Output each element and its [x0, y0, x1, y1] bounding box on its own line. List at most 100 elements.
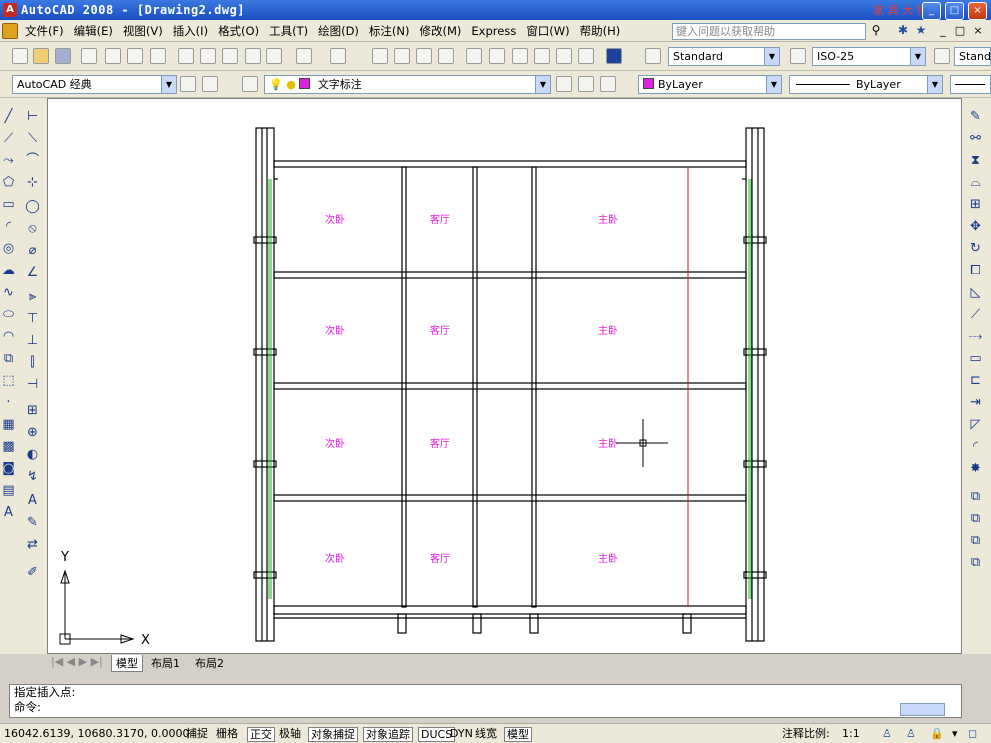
- tab-layout2[interactable]: 布局2: [195, 655, 224, 671]
- paste-icon[interactable]: [222, 48, 238, 64]
- menu-edit[interactable]: 编辑(E): [69, 23, 118, 39]
- ordinate-dimension-icon[interactable]: ⊹: [24, 174, 41, 191]
- text-style-select[interactable]: Standard ▼: [668, 47, 780, 66]
- rectangle-icon[interactable]: ▭: [0, 196, 17, 213]
- otrack-toggle[interactable]: 对象追踪: [363, 727, 413, 742]
- jogged-dimension-icon[interactable]: ⦸: [24, 220, 41, 237]
- menu-modify[interactable]: 修改(M): [415, 23, 467, 39]
- favorites-star-icon[interactable]: ★: [913, 23, 929, 40]
- save-workspace-icon[interactable]: [202, 76, 218, 92]
- menu-express[interactable]: Express: [466, 24, 521, 38]
- doc-minimize-button[interactable]: _: [936, 24, 950, 40]
- linear-dimension-icon[interactable]: ⊢: [24, 108, 41, 125]
- layer-select[interactable]: 💡 ● 文字标注 ▼: [264, 75, 551, 94]
- dimension-space-icon[interactable]: ⫿: [24, 354, 41, 371]
- command-prompt[interactable]: 命令:: [10, 700, 961, 715]
- design-center-icon[interactable]: [489, 48, 505, 64]
- coordinate-readout[interactable]: 16042.6139, 10680.3170, 0.0000: [2, 727, 191, 742]
- copy-icon[interactable]: [200, 48, 216, 64]
- redo-icon[interactable]: [330, 48, 346, 64]
- workspace-select[interactable]: AutoCAD 经典 ▼: [12, 75, 177, 94]
- polar-toggle[interactable]: 极轴: [277, 727, 303, 742]
- snap-toggle[interactable]: 捕捉: [184, 727, 210, 742]
- region-icon[interactable]: ◙: [0, 460, 17, 477]
- new-file-icon[interactable]: [12, 48, 28, 64]
- menu-dimension[interactable]: 标注(N): [364, 23, 415, 39]
- arc-icon[interactable]: ◜: [0, 218, 17, 235]
- linetype-select[interactable]: ByLayer ▼: [789, 75, 943, 94]
- dimension-style-edit-icon[interactable]: ✐: [24, 564, 41, 581]
- zoom-window-icon[interactable]: [416, 48, 432, 64]
- auto-scale-icon[interactable]: ♙: [904, 727, 918, 742]
- point-icon[interactable]: ·: [0, 394, 17, 411]
- osnap-toggle[interactable]: 对象捕捉: [308, 727, 358, 742]
- dimension-style-select[interactable]: ISO-25 ▼: [812, 47, 926, 66]
- join-icon[interactable]: ⇥: [967, 394, 984, 411]
- menu-view[interactable]: 视图(V): [118, 23, 168, 39]
- annotation-visibility-icon[interactable]: ♙: [880, 727, 894, 742]
- multiline-text-icon[interactable]: A: [0, 504, 17, 521]
- ortho-toggle[interactable]: 正交: [247, 727, 275, 742]
- help-search-input[interactable]: 键入问题以获取帮助: [672, 23, 866, 40]
- draworder-back-icon[interactable]: ⧉: [967, 510, 984, 527]
- line-icon[interactable]: ╱: [0, 108, 17, 125]
- aligned-dimension-icon[interactable]: ⟍: [24, 130, 41, 147]
- make-object-layer-current-icon[interactable]: [556, 76, 572, 92]
- insert-block-icon[interactable]: ⧉: [0, 350, 17, 367]
- layer-state-icon[interactable]: [600, 76, 616, 92]
- tab-nav-arrows[interactable]: |◀ ◀ ▶ ▶|: [51, 655, 103, 668]
- radius-dimension-icon[interactable]: ◯: [24, 198, 41, 215]
- jogged-linear-icon[interactable]: ↯: [24, 468, 41, 485]
- lineweight-toggle[interactable]: 线宽: [473, 727, 499, 742]
- draworder-front-icon[interactable]: ⧉: [967, 488, 984, 505]
- spline-icon[interactable]: ∿: [0, 284, 17, 301]
- status-menu-arrow-icon[interactable]: ▾: [950, 727, 960, 742]
- plot-preview-icon[interactable]: [105, 48, 121, 64]
- dimension-style-icon[interactable]: [790, 48, 806, 64]
- layer-previous-icon[interactable]: [578, 76, 594, 92]
- menu-file[interactable]: 文件(F): [20, 23, 69, 39]
- rotate-icon[interactable]: ↻: [967, 240, 984, 257]
- open-folder-icon[interactable]: [33, 48, 49, 64]
- close-button[interactable]: ×: [968, 2, 987, 20]
- annotation-scale-select[interactable]: 1:1: [840, 727, 862, 742]
- arc-length-icon[interactable]: ⌒: [24, 152, 41, 169]
- layer-properties-icon[interactable]: [242, 76, 258, 92]
- center-mark-icon[interactable]: ⊕: [24, 424, 41, 441]
- minimize-button[interactable]: _: [922, 2, 941, 20]
- explode-icon[interactable]: ✸: [967, 460, 984, 477]
- dimension-update-icon[interactable]: ⇄: [24, 536, 41, 553]
- table-icon[interactable]: ▤: [0, 482, 17, 499]
- tolerance-icon[interactable]: ⊞: [24, 402, 41, 419]
- doc-restore-button[interactable]: □: [953, 24, 967, 40]
- break-at-point-icon[interactable]: ▭: [967, 350, 984, 367]
- search-icon[interactable]: ⚲: [868, 23, 884, 40]
- extend-icon[interactable]: ⤏: [967, 328, 984, 345]
- revision-cloud-icon[interactable]: ☁: [0, 262, 17, 279]
- grid-toggle[interactable]: 栅格: [214, 727, 240, 742]
- quick-dimension-icon[interactable]: ⫸: [24, 288, 41, 305]
- color-select[interactable]: ByLayer ▼: [638, 75, 782, 94]
- command-line[interactable]: 指定插入点: 命令:: [9, 684, 962, 718]
- document-icon[interactable]: [2, 22, 18, 39]
- erase-icon[interactable]: ✎: [967, 108, 984, 125]
- menu-window[interactable]: 窗口(W): [521, 23, 574, 39]
- baseline-dimension-icon[interactable]: ⊤: [24, 310, 41, 327]
- copy-object-icon[interactable]: ⚯: [967, 130, 984, 147]
- fillet-icon[interactable]: ◜: [967, 438, 984, 455]
- model-toggle[interactable]: 模型: [504, 727, 532, 742]
- match-properties-icon[interactable]: [245, 48, 261, 64]
- angular-dimension-icon[interactable]: ∠: [24, 264, 41, 281]
- gradient-icon[interactable]: ▩: [0, 438, 17, 455]
- plot-icon[interactable]: [81, 48, 97, 64]
- menu-help[interactable]: 帮助(H): [575, 23, 626, 39]
- draworder-above-icon[interactable]: ⧉: [967, 532, 984, 549]
- continue-dimension-icon[interactable]: ⊥: [24, 332, 41, 349]
- save-icon[interactable]: [55, 48, 71, 64]
- mirror-icon[interactable]: ⧗: [967, 152, 984, 169]
- dimension-edit-icon[interactable]: A: [24, 492, 41, 509]
- lock-icon[interactable]: 🔒: [928, 727, 946, 742]
- menu-insert[interactable]: 插入(I): [168, 23, 213, 39]
- calculator-icon[interactable]: [578, 48, 594, 64]
- block-editor-icon[interactable]: [266, 48, 282, 64]
